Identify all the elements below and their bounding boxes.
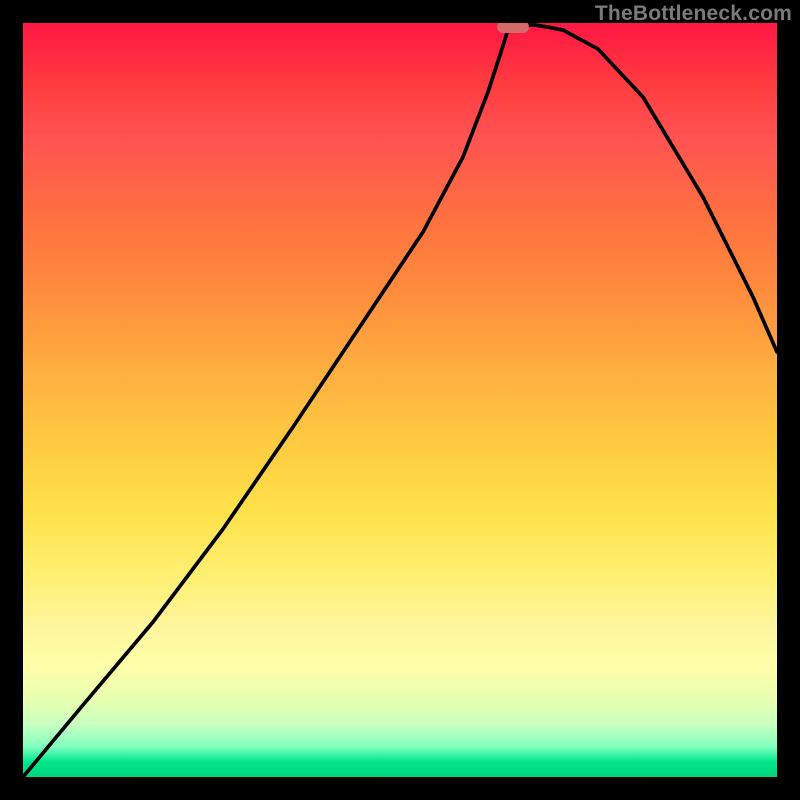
bottleneck-curve — [23, 25, 777, 777]
watermark-text: TheBottleneck.com — [595, 2, 792, 26]
plot-area — [23, 23, 777, 777]
curve-svg — [23, 23, 777, 777]
optimal-marker — [497, 23, 529, 33]
chart-frame: TheBottleneck.com — [0, 0, 800, 800]
